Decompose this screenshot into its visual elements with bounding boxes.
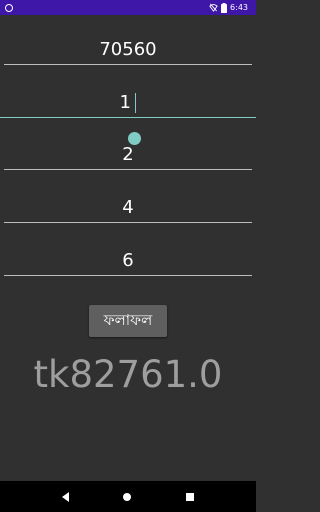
amount-input-value: 70560 (99, 39, 157, 60)
result-button[interactable]: ফলাফল (89, 305, 167, 337)
main-content: 70560 1 2 4 6 ফলাফল tk82761.0 (0, 15, 256, 481)
status-time: 6:43 (230, 3, 248, 12)
wifi-off-icon (209, 3, 218, 12)
recents-icon[interactable] (185, 492, 194, 501)
app-notification-icon (5, 3, 13, 12)
text-cursor (134, 93, 137, 113)
value-6-input-value: 6 (122, 250, 134, 271)
value-4-input-value: 4 (122, 197, 134, 218)
rate-input[interactable]: 1 (0, 90, 256, 118)
status-bar: 6:43 (0, 0, 256, 15)
value-2-input-value: 2 (122, 144, 134, 165)
back-icon[interactable] (62, 491, 70, 502)
value-4-input-underline (4, 222, 252, 223)
home-icon[interactable] (123, 492, 132, 501)
value-4-input[interactable]: 4 (4, 195, 252, 223)
value-6-input[interactable]: 6 (4, 248, 252, 276)
value-6-input-underline (4, 275, 252, 276)
value-2-input[interactable]: 2 (4, 142, 252, 170)
rate-input-value: 1 (119, 92, 131, 113)
value-2-input-underline (4, 169, 252, 170)
rate-input-underline (0, 116, 256, 118)
result-text: tk82761.0 (33, 353, 223, 396)
navigation-bar (0, 481, 256, 512)
amount-input-underline (4, 64, 252, 65)
battery-icon (221, 2, 228, 13)
amount-input[interactable]: 70560 (4, 37, 252, 65)
